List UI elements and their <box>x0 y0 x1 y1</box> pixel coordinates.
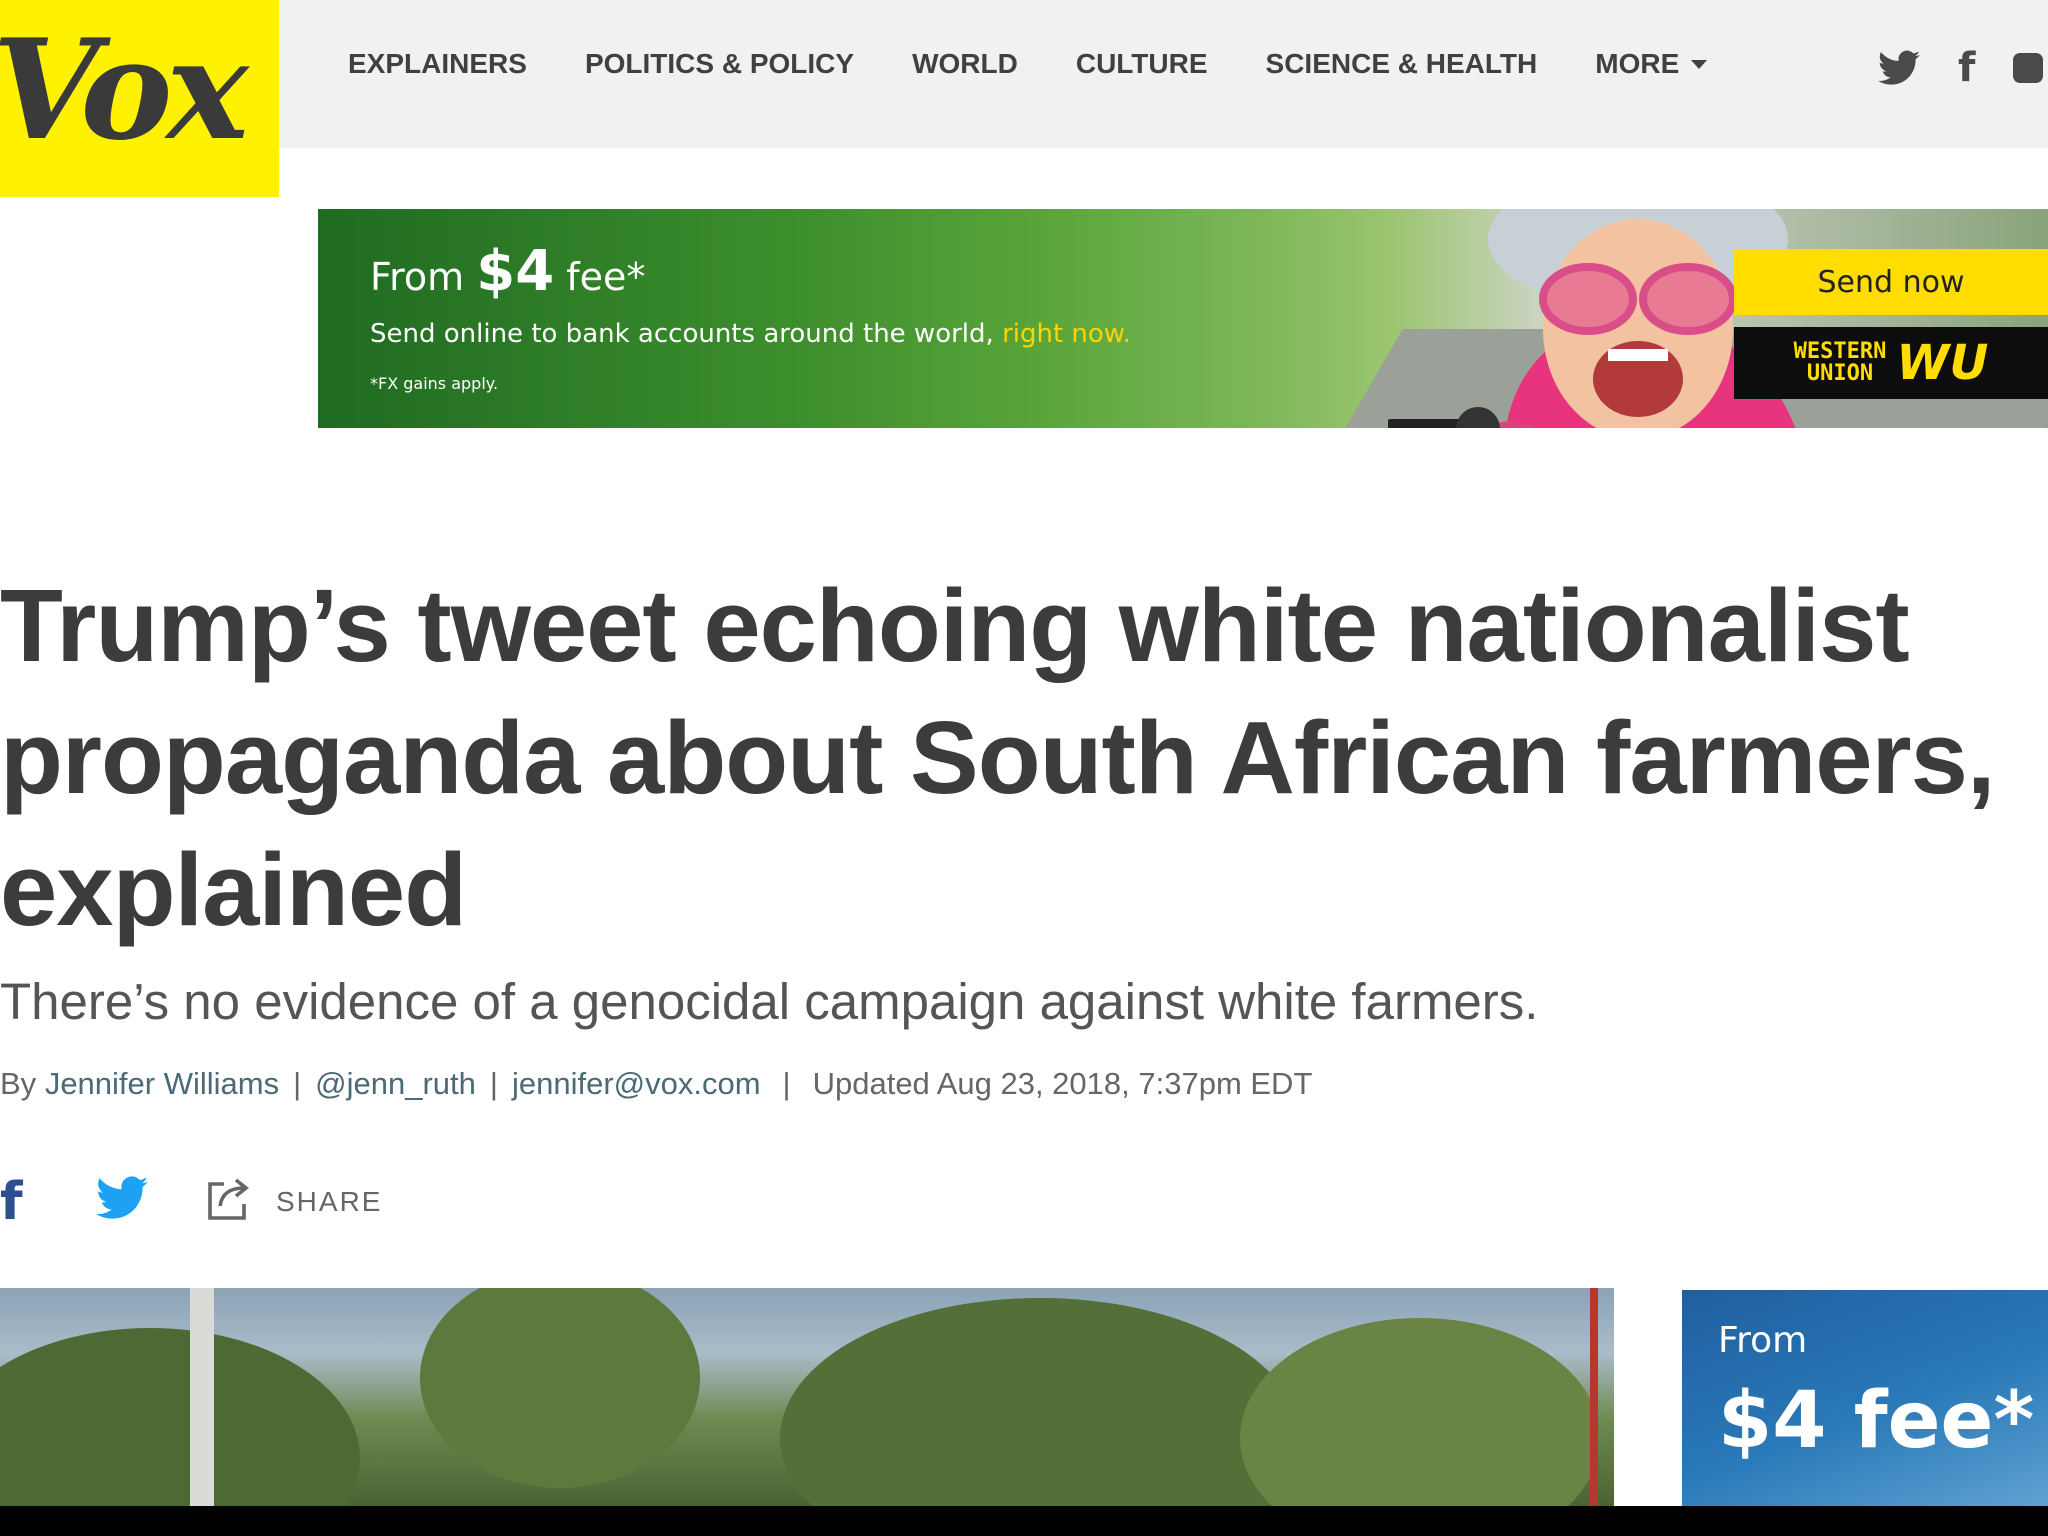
nav-item-label: MORE <box>1595 48 1680 79</box>
hero-tree <box>780 1298 1300 1506</box>
sidebar-ad[interactable]: From $4 fee* <box>1682 1290 2048 1506</box>
share-row: f SHARE <box>0 1172 380 1232</box>
nav-item-world[interactable]: WORLD <box>912 48 1018 80</box>
youtube-icon[interactable] <box>2013 53 2044 83</box>
hero-red-edge <box>1590 1288 1598 1506</box>
facebook-share-icon[interactable]: f <box>0 1172 23 1232</box>
ad-tagline-highlight: right now. <box>1002 319 1131 349</box>
author-email-link[interactable]: jennifer@vox.com <box>512 1066 761 1102</box>
twitter-share-icon[interactable] <box>96 1176 148 1220</box>
hero-tree <box>1240 1318 1600 1506</box>
article-dek: There’s no evidence of a genocidal campa… <box>0 973 1539 1030</box>
ad-headline: From $4 fee* <box>370 239 645 304</box>
hero-image <box>0 1288 1614 1506</box>
wu-line-2: UNION <box>1806 361 1874 386</box>
nav-item-more[interactable]: MORE <box>1595 48 1708 80</box>
hero-tree <box>0 1328 360 1506</box>
author-link[interactable]: Jennifer Williams <box>45 1066 279 1102</box>
western-union-logo: WESTERN UNION WU <box>1734 327 2048 399</box>
nav-item-politics-policy[interactable]: POLITICS & POLICY <box>585 48 854 80</box>
byline-divider: | <box>489 1066 498 1101</box>
nav-item-label: WORLD <box>912 48 1018 79</box>
wu-mark: WU <box>1896 335 1989 391</box>
nav-item-explainers[interactable]: EXPLAINERS <box>348 48 527 80</box>
facebook-icon[interactable]: f <box>1958 48 1975 88</box>
vox-logo[interactable]: Vox <box>0 0 279 197</box>
site-header: EXPLAINERS POLITICS & POLICY WORLD CULTU… <box>0 0 2048 148</box>
share-label[interactable]: SHARE <box>276 1186 382 1218</box>
hero-pole <box>190 1288 214 1506</box>
ad-fee-label: fee* <box>566 255 646 299</box>
ad-banner[interactable]: From $4 fee* Send online to bank account… <box>318 209 2048 428</box>
ad-price: $4 <box>476 239 555 304</box>
updated-timestamp: Updated Aug 23, 2018, 7:37pm EDT <box>812 1066 1313 1101</box>
chevron-down-icon <box>1691 59 1708 69</box>
sidebar-ad-from: From <box>1718 1320 1808 1361</box>
ad-fine-print: *FX gains apply. <box>370 374 499 393</box>
nav-item-label: CULTURE <box>1075 48 1208 79</box>
ad-tagline: Send online to bank accounts around the … <box>370 319 1131 349</box>
twitter-icon[interactable] <box>1878 50 1920 86</box>
ad-from-label: From <box>370 255 465 299</box>
ad-send-now-button[interactable]: Send now <box>1734 249 2048 315</box>
nav-item-culture[interactable]: CULTURE <box>1076 48 1208 80</box>
share-icon[interactable] <box>204 1172 256 1224</box>
nav-item-label: EXPLAINERS <box>348 48 527 79</box>
byline-divider: | <box>782 1066 791 1101</box>
article-byline: By Jennifer Williams | @jenn_ruth | jenn… <box>0 1066 1312 1102</box>
author-twitter-link[interactable]: @jenn_ruth <box>315 1066 476 1102</box>
byline-divider: | <box>293 1066 302 1101</box>
article-headline: Trump’s tweet echoing white nationalist … <box>0 568 1996 947</box>
main-nav: EXPLAINERS POLITICS & POLICY WORLD CULTU… <box>348 48 1708 80</box>
header-social-links: f <box>1878 48 2044 88</box>
nav-item-label: POLITICS & POLICY <box>584 48 855 79</box>
logo-wordmark: Vox <box>0 8 249 171</box>
nav-item-science-health[interactable]: SCIENCE & HEALTH <box>1266 48 1538 80</box>
hero-tree <box>420 1288 700 1488</box>
nav-item-label: SCIENCE & HEALTH <box>1265 48 1538 79</box>
page: EXPLAINERS POLITICS & POLICY WORLD CULTU… <box>0 0 2048 1506</box>
ad-tagline-text: Send online to bank accounts around the … <box>370 319 994 349</box>
sidebar-ad-price: $4 fee* <box>1718 1376 2035 1466</box>
wu-line-1: WESTERN <box>1793 339 1887 364</box>
byline-by-label: By <box>0 1066 37 1101</box>
